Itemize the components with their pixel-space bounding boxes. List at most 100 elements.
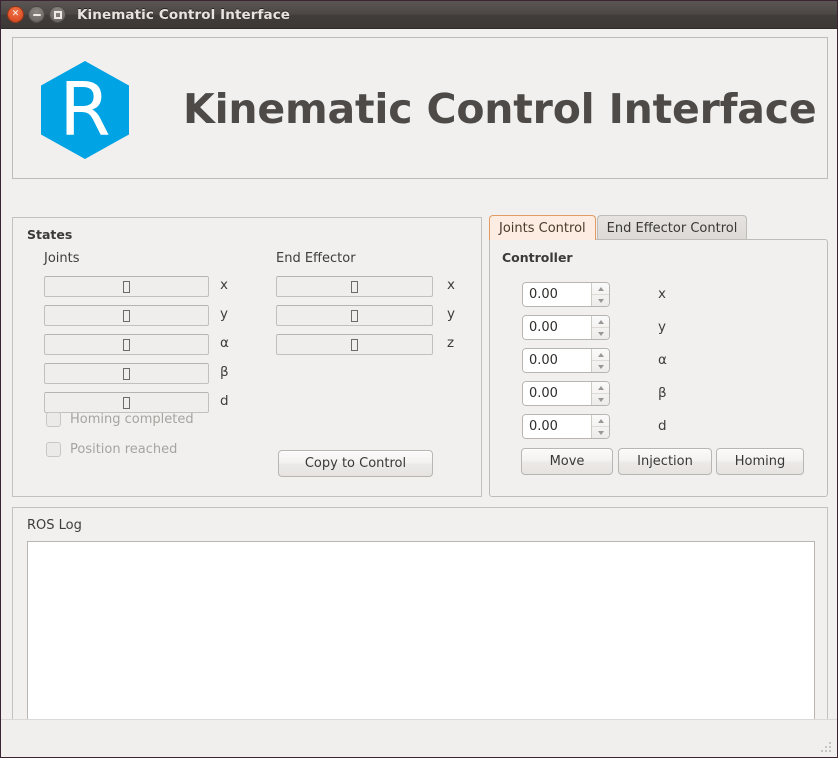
controller-alpha-stepper[interactable] [591,349,609,372]
status-bar [1,719,837,757]
stepper-up-button[interactable] [592,283,609,295]
page-title: Kinematic Control Interface [183,85,817,133]
stepper-down-button[interactable] [592,361,609,372]
end-effector-z-field [276,334,433,355]
end-effector-column-label: End Effector [276,251,356,266]
missing-glyph-icon [351,309,358,322]
control-tab-widget: Joints Control End Effector Control Cont… [489,215,828,497]
stepper-up-button[interactable] [592,316,609,328]
end-effector-x-field [276,276,433,297]
controller-d-value[interactable]: 0.00 [523,415,591,438]
end-effector-y-field [276,305,433,326]
controller-beta-axis-label: β [658,385,667,401]
controller-alpha-value[interactable]: 0.00 [523,349,591,372]
ros-log-label: ROS Log [27,518,82,533]
chevron-up-icon [597,418,604,423]
chevron-up-icon [597,319,604,324]
chevron-down-icon [597,364,604,369]
close-window-button[interactable]: ✕ [7,6,24,23]
ros-log-textarea[interactable] [27,541,815,730]
joints-d-field [44,392,209,413]
window-title: Kinematic Control Interface [77,6,291,23]
homing-completed-checkbox[interactable]: Homing completed [46,412,194,427]
maximize-icon [53,10,62,19]
joints-d-axis-label: d [220,393,229,409]
controller-y-axis-label: y [658,319,666,335]
stepper-up-button[interactable] [592,415,609,427]
missing-glyph-icon [123,396,130,409]
stepper-down-button[interactable] [592,427,609,438]
end-effector-x-axis-label: x [447,277,455,293]
move-button[interactable]: Move [521,448,613,475]
states-group-title: States [27,227,73,242]
missing-glyph-icon [123,280,130,293]
chevron-up-icon [597,286,604,291]
title-bar: ✕ Kinematic Control Interface [1,1,837,29]
chevron-down-icon [597,397,604,402]
chevron-down-icon [597,331,604,336]
tab-end-effector-control[interactable]: End Effector Control [596,215,748,240]
missing-glyph-icon [351,280,358,293]
close-icon: ✕ [11,9,20,19]
joints-x-axis-label: x [220,277,228,293]
joints-alpha-axis-label: α [220,335,229,351]
controller-y-spinbox[interactable]: 0.00 [522,315,610,340]
missing-glyph-icon [123,338,130,351]
stepper-up-button[interactable] [592,382,609,394]
controller-group-title: Controller [502,250,573,265]
homing-completed-label: Homing completed [70,412,194,427]
stepper-down-button[interactable] [592,295,609,306]
joints-y-axis-label: y [220,306,228,322]
controller-x-value[interactable]: 0.00 [523,283,591,306]
controller-y-stepper[interactable] [591,316,609,339]
controller-x-stepper[interactable] [591,283,609,306]
tab-joints-control[interactable]: Joints Control [489,215,596,240]
position-reached-label: Position reached [70,442,178,457]
controller-y-value[interactable]: 0.00 [523,316,591,339]
missing-glyph-icon [351,338,358,351]
window-controls: ✕ [7,6,66,23]
joints-alpha-field [44,334,209,355]
missing-glyph-icon [123,367,130,380]
controller-d-stepper[interactable] [591,415,609,438]
ros-hexagon-logo-icon: R [41,61,129,159]
joints-beta-axis-label: β [220,364,229,380]
copy-to-control-button[interactable]: Copy to Control [278,450,433,477]
joints-beta-field [44,363,209,384]
controller-beta-spinbox[interactable]: 0.00 [522,381,610,406]
minimize-window-button[interactable] [28,6,45,23]
controller-beta-value[interactable]: 0.00 [523,382,591,405]
client-area: R Kinematic Control Interface States Joi… [1,29,837,757]
minimize-icon [32,13,41,16]
maximize-window-button[interactable] [49,6,66,23]
chevron-down-icon [597,430,604,435]
controller-x-axis-label: x [658,286,666,302]
controller-alpha-axis-label: α [658,352,667,368]
stepper-down-button[interactable] [592,394,609,405]
tab-bar: Joints Control End Effector Control [489,215,748,240]
end-effector-y-axis-label: y [447,306,455,322]
joints-column-label: Joints [44,251,80,266]
controller-alpha-spinbox[interactable]: 0.00 [522,348,610,373]
controller-d-spinbox[interactable]: 0.00 [522,414,610,439]
checkbox-box-icon [46,442,61,457]
controller-x-spinbox[interactable]: 0.00 [522,282,610,307]
chevron-up-icon [597,352,604,357]
chevron-up-icon [597,385,604,390]
homing-button[interactable]: Homing [716,448,804,475]
chevron-down-icon [597,298,604,303]
joints-y-field [44,305,209,326]
stepper-up-button[interactable] [592,349,609,361]
stepper-down-button[interactable] [592,328,609,339]
position-reached-checkbox[interactable]: Position reached [46,442,177,457]
missing-glyph-icon [123,309,130,322]
header-panel: R Kinematic Control Interface [12,37,828,179]
injection-button[interactable]: Injection [618,448,712,475]
joints-control-tab-page: Controller 0.00 x 0.00 y 0.00 α 0.00 β 0… [489,239,828,497]
end-effector-z-axis-label: z [447,335,455,351]
controller-beta-stepper[interactable] [591,382,609,405]
svg-text:R: R [59,67,110,153]
joints-x-field [44,276,209,297]
resize-grip-icon[interactable] [820,741,833,754]
checkbox-box-icon [46,412,61,427]
